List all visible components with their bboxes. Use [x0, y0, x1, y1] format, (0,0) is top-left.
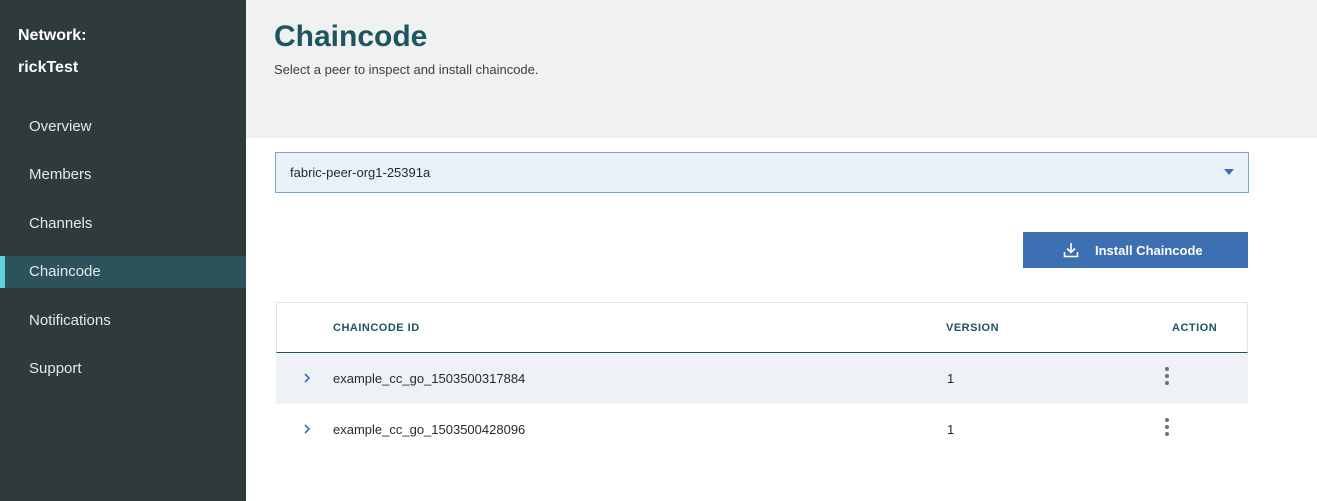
- install-chaincode-label: Install Chaincode: [1095, 242, 1203, 258]
- overflow-menu-icon[interactable]: [1162, 367, 1172, 389]
- chevron-right-icon[interactable]: [302, 422, 312, 436]
- peer-select-dropdown[interactable]: fabric-peer-org1-25391a: [275, 152, 1249, 193]
- sidebar-item-label: Notifications: [29, 311, 111, 329]
- sidebar-item-label: Channels: [29, 214, 93, 232]
- column-header-version: VERSION: [946, 322, 1000, 334]
- sidebar-item-support[interactable]: Support: [0, 344, 246, 393]
- page-header: Chaincode Select a peer to inspect and i…: [246, 0, 1317, 138]
- column-header-chaincode-id: CHAINCODE ID: [333, 322, 420, 334]
- chevron-right-icon[interactable]: [302, 371, 312, 385]
- sidebar-item-label: Support: [29, 360, 82, 378]
- table-header: CHAINCODE ID VERSION ACTION: [276, 302, 1248, 353]
- network-name: rickTest: [18, 59, 79, 76]
- sidebar-nav: Overview Members Channels Chaincode Noti…: [0, 102, 246, 393]
- sidebar-item-notifications[interactable]: Notifications: [0, 296, 246, 345]
- sidebar-item-members[interactable]: Members: [0, 151, 246, 200]
- sidebar-item-label: Members: [29, 166, 92, 184]
- column-header-action: ACTION: [1172, 322, 1218, 334]
- sidebar-item-label: Overview: [29, 117, 92, 135]
- page-title: Chaincode: [274, 20, 428, 53]
- sidebar: Network: rickTest Overview Members Chann…: [0, 0, 246, 501]
- chaincode-version: 1: [947, 422, 955, 437]
- table-row: example_cc_go_1503500317884 1: [276, 353, 1248, 404]
- chaincode-table: CHAINCODE ID VERSION ACTION example_cc_g…: [276, 302, 1248, 455]
- table-row: example_cc_go_1503500428096 1: [276, 404, 1248, 455]
- sidebar-item-channels[interactable]: Channels: [0, 199, 246, 248]
- chevron-down-icon: [1224, 169, 1234, 175]
- sidebar-item-label: Chaincode: [29, 263, 101, 281]
- sidebar-item-chaincode[interactable]: Chaincode: [0, 255, 246, 288]
- download-icon: [1063, 242, 1079, 258]
- overflow-menu-icon[interactable]: [1162, 418, 1172, 440]
- page-subtitle: Select a peer to inspect and install cha…: [274, 62, 539, 77]
- install-chaincode-button[interactable]: Install Chaincode: [1023, 232, 1248, 268]
- chaincode-id: example_cc_go_1503500428096: [333, 422, 526, 437]
- network-title: Network: rickTest: [18, 20, 86, 84]
- chaincode-version: 1: [947, 371, 955, 386]
- network-label: Network:: [18, 27, 87, 44]
- peer-select-value: fabric-peer-org1-25391a: [290, 165, 431, 180]
- chaincode-id: example_cc_go_1503500317884: [333, 371, 526, 386]
- sidebar-item-overview[interactable]: Overview: [0, 102, 246, 151]
